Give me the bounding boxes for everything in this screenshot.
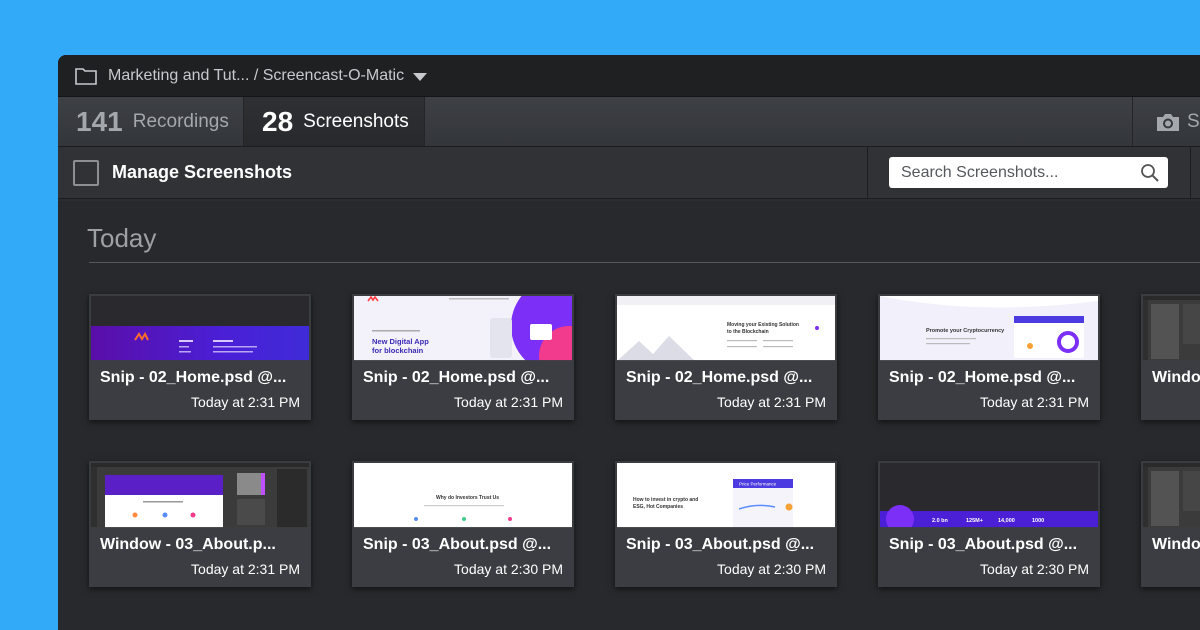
screenshot-thumbnail: Promote your Cryptocurrency [880, 296, 1098, 361]
screenshot-card[interactable]: Windo [1141, 294, 1200, 420]
card-title: Windo [1152, 369, 1200, 386]
thumb-text: Promote your Cryptocurrency [926, 328, 1005, 334]
manage-checkbox[interactable] [73, 159, 99, 186]
screenshot-card[interactable]: Snip - 02_Home.psd @... Today at 2:31 PM [89, 294, 311, 420]
screenshot-thumbnail: Moving your Existing Solution to the Blo… [617, 296, 835, 361]
capture-label: Scr [1187, 110, 1200, 132]
tab-spacer [425, 97, 1132, 146]
search-input[interactable] [901, 163, 1140, 182]
card-timestamp: Today at 2:30 PM [980, 561, 1089, 577]
card-caption: Snip - 02_Home.psd @... Today at 2:31 PM [89, 360, 311, 420]
card-title: Snip - 02_Home.psd @... [626, 369, 813, 386]
screenshot-card[interactable]: How to invest in crypto and ESG, Hot Com… [615, 461, 837, 587]
card-timestamp: Today at 2:31 PM [454, 394, 563, 410]
card-caption: Snip - 03_About.psd @... Today at 2:30 P… [352, 527, 574, 587]
screenshot-card[interactable]: Why do Investors Trust Us Snip - 03_Abou… [352, 461, 574, 587]
screenshot-thumbnail: How to invest in crypto and ESG, Hot Com… [617, 463, 835, 528]
screenshots-label: Screenshots [303, 110, 409, 132]
thumb-text: ESG, Hot Companies [633, 504, 683, 510]
card-title: Window - 03_About.p... [100, 536, 276, 553]
card-caption: Snip - 02_Home.psd @... Today at 2:31 PM [615, 360, 837, 420]
screenshot-gallery: Today Snip - 02_Home.psd @... Today at 2… [58, 201, 1200, 630]
screenshot-thumbnail [1143, 463, 1200, 528]
thumb-text: Why do Investors Trust Us [436, 495, 499, 501]
card-title: Snip - 02_Home.psd @... [889, 369, 1076, 386]
folder-icon [75, 67, 97, 85]
thumb-text: for blockchain [372, 346, 424, 355]
card-timestamp: Today at 2:31 PM [191, 561, 300, 577]
capture-screenshot-button[interactable]: Scr [1132, 97, 1200, 146]
tab-bar: 141 Recordings 28 Screenshots Scr [58, 97, 1200, 147]
screenshot-thumbnail [91, 296, 309, 361]
screenshot-card[interactable]: 2.0 bn 125M+ 14,000 1000 Snip - 03_About… [878, 461, 1100, 587]
screenshot-thumbnail [1143, 296, 1200, 361]
toolbar: Manage Screenshots S [58, 146, 1200, 199]
card-timestamp: Today at 2:31 PM [717, 394, 826, 410]
card-title: Snip - 03_About.psd @... [889, 536, 1078, 553]
card-caption: Snip - 02_Home.psd @... Today at 2:31 PM [352, 360, 574, 420]
card-timestamp: Today at 2:30 PM [454, 561, 563, 577]
card-caption: Snip - 02_Home.psd @... Today at 2:31 PM [878, 360, 1100, 420]
screenshot-card[interactable]: Moving your Existing Solution to the Blo… [615, 294, 837, 420]
screenshot-card[interactable]: Windo [1141, 461, 1200, 587]
screenshot-thumbnail: Why do Investors Trust Us [354, 463, 572, 528]
app-window: Marketing and Tut... / Screencast-O-Mati… [58, 55, 1200, 630]
camera-icon [1157, 113, 1179, 131]
screenshots-count: 28 [262, 105, 294, 137]
thumb-stat: 125M+ [966, 518, 983, 524]
breadcrumb[interactable]: Marketing and Tut... / Screencast-O-Mati… [108, 67, 404, 85]
card-timestamp: Today at 2:30 PM [717, 561, 826, 577]
thumb-stat: 2.0 bn [932, 518, 949, 524]
thumb-text: How to invest in crypto and [633, 497, 698, 503]
thumb-text: to the Blockchain [727, 329, 769, 335]
screenshot-thumbnail [91, 463, 309, 528]
thumb-stat: 1000 [1032, 518, 1044, 524]
recordings-label: Recordings [132, 110, 229, 132]
card-timestamp: Today at 2:31 PM [191, 394, 300, 410]
tab-screenshots[interactable]: 28 Screenshots [244, 97, 425, 146]
card-caption: Snip - 03_About.psd @... Today at 2:30 P… [878, 527, 1100, 587]
screenshot-card[interactable]: Promote your Cryptocurrency Snip - 02_Ho… [878, 294, 1100, 420]
card-caption: Windo [1141, 360, 1200, 420]
thumb-text: Moving your Existing Solution [727, 322, 799, 328]
screenshot-card[interactable]: Window - 03_About.p... Today at 2:31 PM [89, 461, 311, 587]
screenshot-thumbnail: New Digital App for blockchain [354, 296, 572, 361]
card-title: Snip - 02_Home.psd @... [363, 369, 550, 386]
thumb-text: Price Performance [739, 482, 777, 487]
screenshot-card[interactable]: New Digital App for blockchain Snip - 02… [352, 294, 574, 420]
section-divider [89, 262, 1200, 263]
card-caption: Snip - 03_About.psd @... Today at 2:30 P… [615, 527, 837, 587]
card-title: Windo [1152, 536, 1200, 553]
section-title: Today [87, 223, 157, 253]
card-caption: Window - 03_About.p... Today at 2:31 PM [89, 527, 311, 587]
card-title: Snip - 03_About.psd @... [626, 536, 815, 553]
card-title: Snip - 03_About.psd @... [363, 536, 552, 553]
breadcrumb-bar[interactable]: Marketing and Tut... / Screencast-O-Mati… [58, 55, 1200, 97]
manage-screenshots-label[interactable]: Manage Screenshots [112, 162, 292, 183]
search-icon[interactable] [1140, 163, 1160, 183]
chevron-down-icon[interactable] [413, 72, 428, 81]
sort-menu[interactable]: S [1190, 146, 1200, 199]
recordings-count: 141 [76, 105, 123, 137]
card-timestamp: Today at 2:31 PM [980, 394, 1089, 410]
search-box[interactable] [889, 157, 1168, 188]
tab-recordings[interactable]: 141 Recordings [58, 97, 244, 146]
card-title: Snip - 02_Home.psd @... [100, 369, 287, 386]
screenshot-thumbnail: 2.0 bn 125M+ 14,000 1000 [880, 463, 1098, 528]
search-container [867, 146, 1190, 199]
card-caption: Windo [1141, 527, 1200, 587]
thumb-text: New Digital App [372, 337, 429, 346]
thumb-stat: 14,000 [998, 518, 1015, 524]
